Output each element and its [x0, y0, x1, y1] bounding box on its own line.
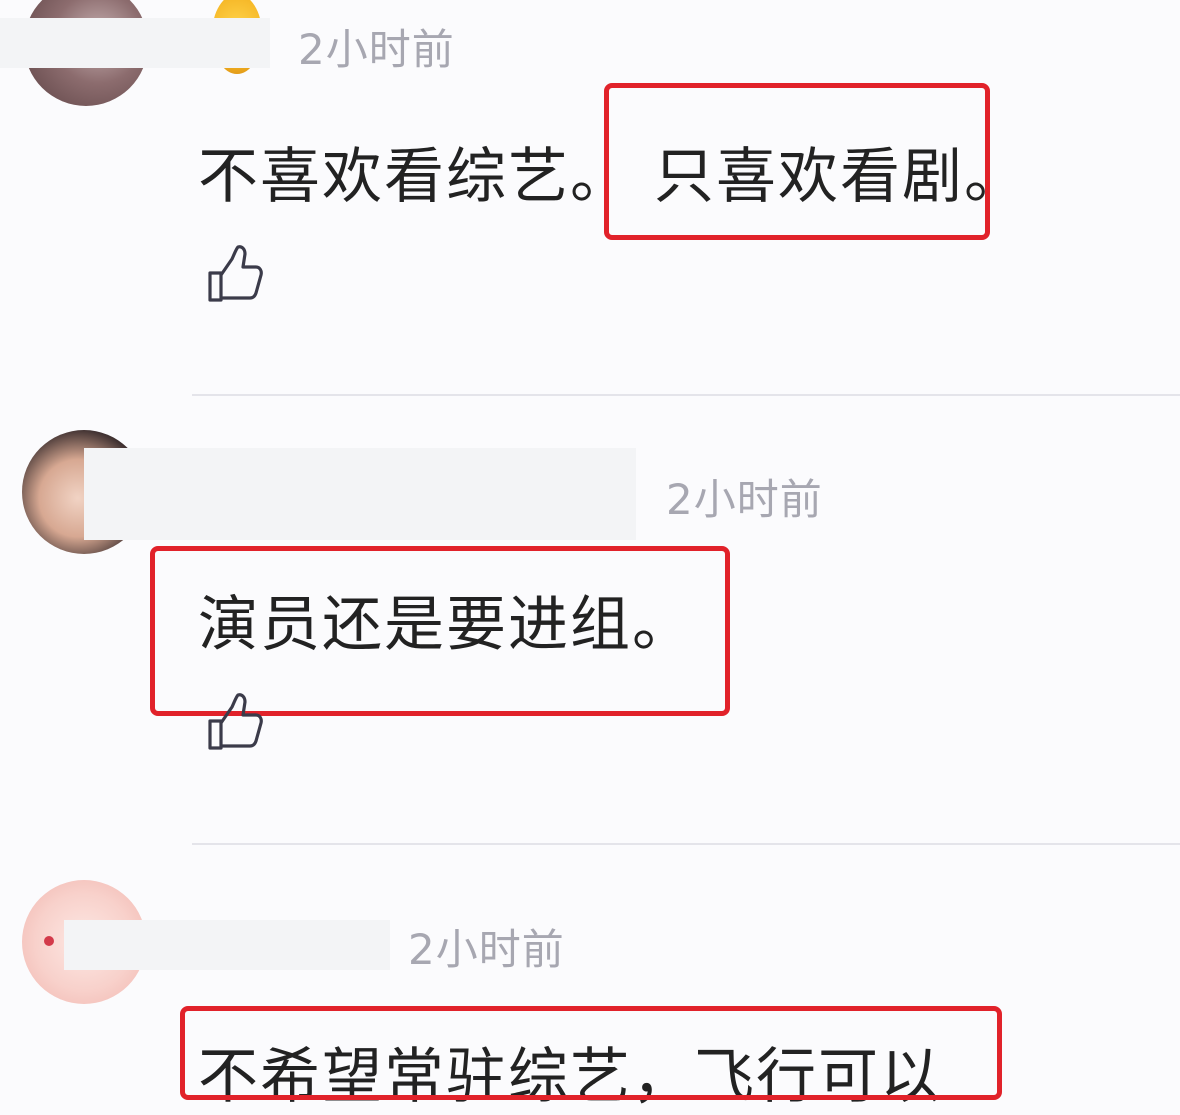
username-redacted [84, 448, 636, 540]
comment-item: 2小时前 不喜欢看综艺。 只喜欢看剧。 [0, 0, 1180, 396]
highlight-box [180, 1006, 1002, 1100]
divider [192, 843, 1180, 845]
highlight-box [150, 546, 730, 716]
highlight-box [604, 83, 990, 240]
comment-time: 2小时前 [408, 925, 565, 974]
divider [192, 394, 1180, 396]
comment-text-part-1: 不喜欢看综艺。 [198, 142, 632, 212]
thumbs-up-icon[interactable] [205, 244, 267, 306]
username-redacted [64, 920, 390, 970]
avatar-detail [44, 936, 54, 946]
thumbs-up-icon[interactable] [205, 692, 267, 754]
comment-time: 2小时前 [666, 475, 823, 524]
username-redacted [0, 18, 270, 68]
comment-time: 2小时前 [298, 25, 455, 74]
